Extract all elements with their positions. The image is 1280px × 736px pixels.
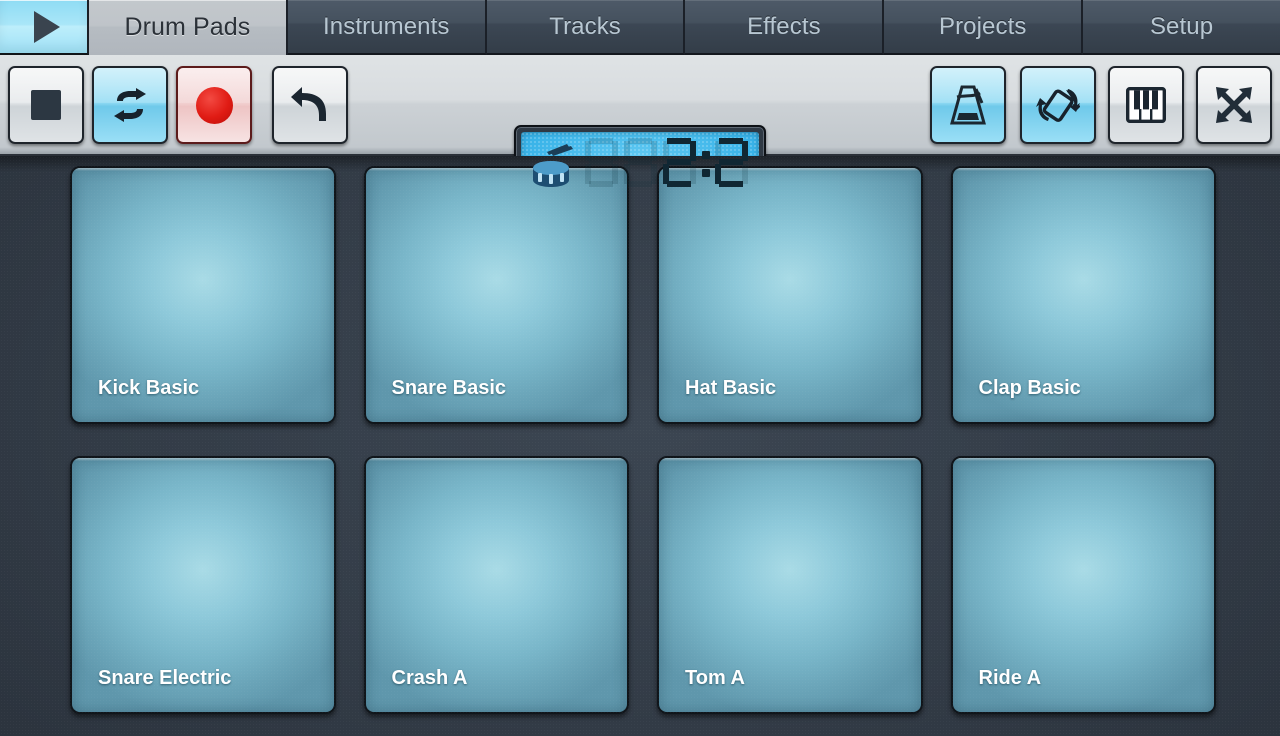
transport-display[interactable] bbox=[514, 125, 766, 196]
lcd-segment bbox=[742, 141, 748, 161]
drum-pad[interactable]: Kick Basic bbox=[70, 166, 336, 424]
tab-instruments[interactable]: Instruments bbox=[287, 0, 487, 55]
record-button[interactable] bbox=[176, 66, 252, 144]
stop-button[interactable] bbox=[8, 66, 84, 144]
tab-label: Effects bbox=[747, 12, 821, 40]
drum-pad[interactable]: Ride A bbox=[950, 456, 1216, 714]
lcd-segment bbox=[628, 138, 652, 144]
lcd-segment bbox=[667, 159, 691, 165]
lcd-segment bbox=[589, 159, 613, 165]
tab-effects[interactable]: Effects bbox=[685, 0, 885, 55]
lcd-digit bbox=[620, 134, 660, 189]
tab-label: Projects bbox=[938, 12, 1027, 40]
drum-pad[interactable]: Clap Basic bbox=[950, 166, 1216, 424]
drum-pad-area: Kick Basic Snare Basic Hat Basic Clap Basic… bbox=[0, 156, 1280, 736]
lcd-segment bbox=[715, 164, 721, 184]
tab-label: Drum Pads bbox=[124, 13, 251, 41]
lcd-segment bbox=[719, 181, 743, 187]
metronome-icon bbox=[946, 83, 990, 127]
drum-pad-label: Clap Basic bbox=[978, 377, 1081, 399]
loop-icon bbox=[108, 87, 152, 123]
loop-button[interactable] bbox=[92, 66, 168, 144]
lcd-digit bbox=[659, 134, 699, 189]
snare-drum-icon bbox=[529, 142, 581, 189]
lcd-segment bbox=[585, 164, 591, 184]
drum-pad[interactable]: Snare Basic bbox=[363, 166, 629, 424]
tab-label: Setup bbox=[1149, 12, 1214, 40]
lcd-digit bbox=[711, 134, 751, 189]
lcd-screen bbox=[521, 132, 759, 189]
lcd-segment bbox=[715, 141, 721, 161]
seven-segment-readout bbox=[582, 134, 751, 189]
stop-icon bbox=[31, 90, 61, 120]
tab-bar: Drum Pads Instruments Tracks Effects Project… bbox=[0, 0, 1280, 55]
lcd-segment bbox=[667, 138, 691, 144]
lcd-segment bbox=[690, 141, 696, 161]
drum-pad[interactable]: Crash A bbox=[363, 456, 629, 714]
drum-pad-label: Snare Basic bbox=[391, 377, 507, 399]
lcd-segment bbox=[628, 181, 652, 187]
rotate-button[interactable] bbox=[1020, 66, 1096, 144]
piano-keys-icon bbox=[1126, 87, 1166, 123]
lcd-segment bbox=[589, 138, 613, 144]
play-icon bbox=[33, 10, 60, 43]
metronome-button[interactable] bbox=[930, 66, 1006, 144]
lcd-segment bbox=[624, 164, 630, 184]
tab-tracks[interactable]: Tracks bbox=[486, 0, 686, 55]
lcd-segment bbox=[719, 159, 743, 165]
lcd-segment bbox=[663, 164, 669, 184]
tab-label: Tracks bbox=[549, 12, 621, 40]
record-icon bbox=[195, 86, 233, 124]
drum-pad-label: Crash A bbox=[391, 667, 468, 689]
lcd-digit bbox=[581, 134, 621, 189]
drum-pad-label: Snare Electric bbox=[98, 667, 232, 689]
drum-pad-label: Tom A bbox=[685, 667, 745, 689]
rotate-icon bbox=[1036, 83, 1080, 127]
expand-arrows-icon bbox=[1213, 84, 1255, 126]
drum-pad-label: Ride A bbox=[978, 667, 1042, 689]
drum-pad-grid: Kick Basic Snare Basic Hat Basic Clap Basic… bbox=[0, 156, 1280, 736]
app-root: Drum Pads Instruments Tracks Effects Project… bbox=[0, 0, 1280, 736]
drum-pad[interactable]: Hat Basic bbox=[657, 166, 923, 424]
undo-arrow-icon bbox=[289, 85, 331, 125]
fullscreen-button[interactable] bbox=[1196, 66, 1272, 144]
lcd-segment bbox=[663, 141, 669, 161]
tab-label: Instruments bbox=[323, 12, 450, 40]
keyboard-button[interactable] bbox=[1108, 66, 1184, 144]
drum-pad-label: Hat Basic bbox=[685, 377, 777, 399]
lcd-segment bbox=[624, 141, 630, 161]
lcd-segment bbox=[719, 138, 743, 144]
tab-drum-pads[interactable]: Drum Pads bbox=[89, 0, 288, 55]
lcd-segment bbox=[612, 141, 618, 161]
tab-projects[interactable]: Projects bbox=[884, 0, 1084, 55]
lcd-segment bbox=[585, 141, 591, 161]
lcd-segment bbox=[667, 181, 691, 187]
tab-setup[interactable]: Setup bbox=[1083, 0, 1280, 55]
transport-toolbar bbox=[0, 55, 1280, 196]
lcd-segment bbox=[628, 159, 652, 165]
drum-pad[interactable]: Tom A bbox=[657, 456, 923, 714]
undo-button[interactable] bbox=[272, 66, 348, 144]
lcd-segment bbox=[589, 181, 613, 187]
play-button[interactable] bbox=[0, 0, 89, 55]
drum-pad[interactable]: Snare Electric bbox=[70, 456, 336, 714]
drum-pad-label: Kick Basic bbox=[98, 377, 200, 399]
lcd-segment bbox=[651, 141, 657, 161]
